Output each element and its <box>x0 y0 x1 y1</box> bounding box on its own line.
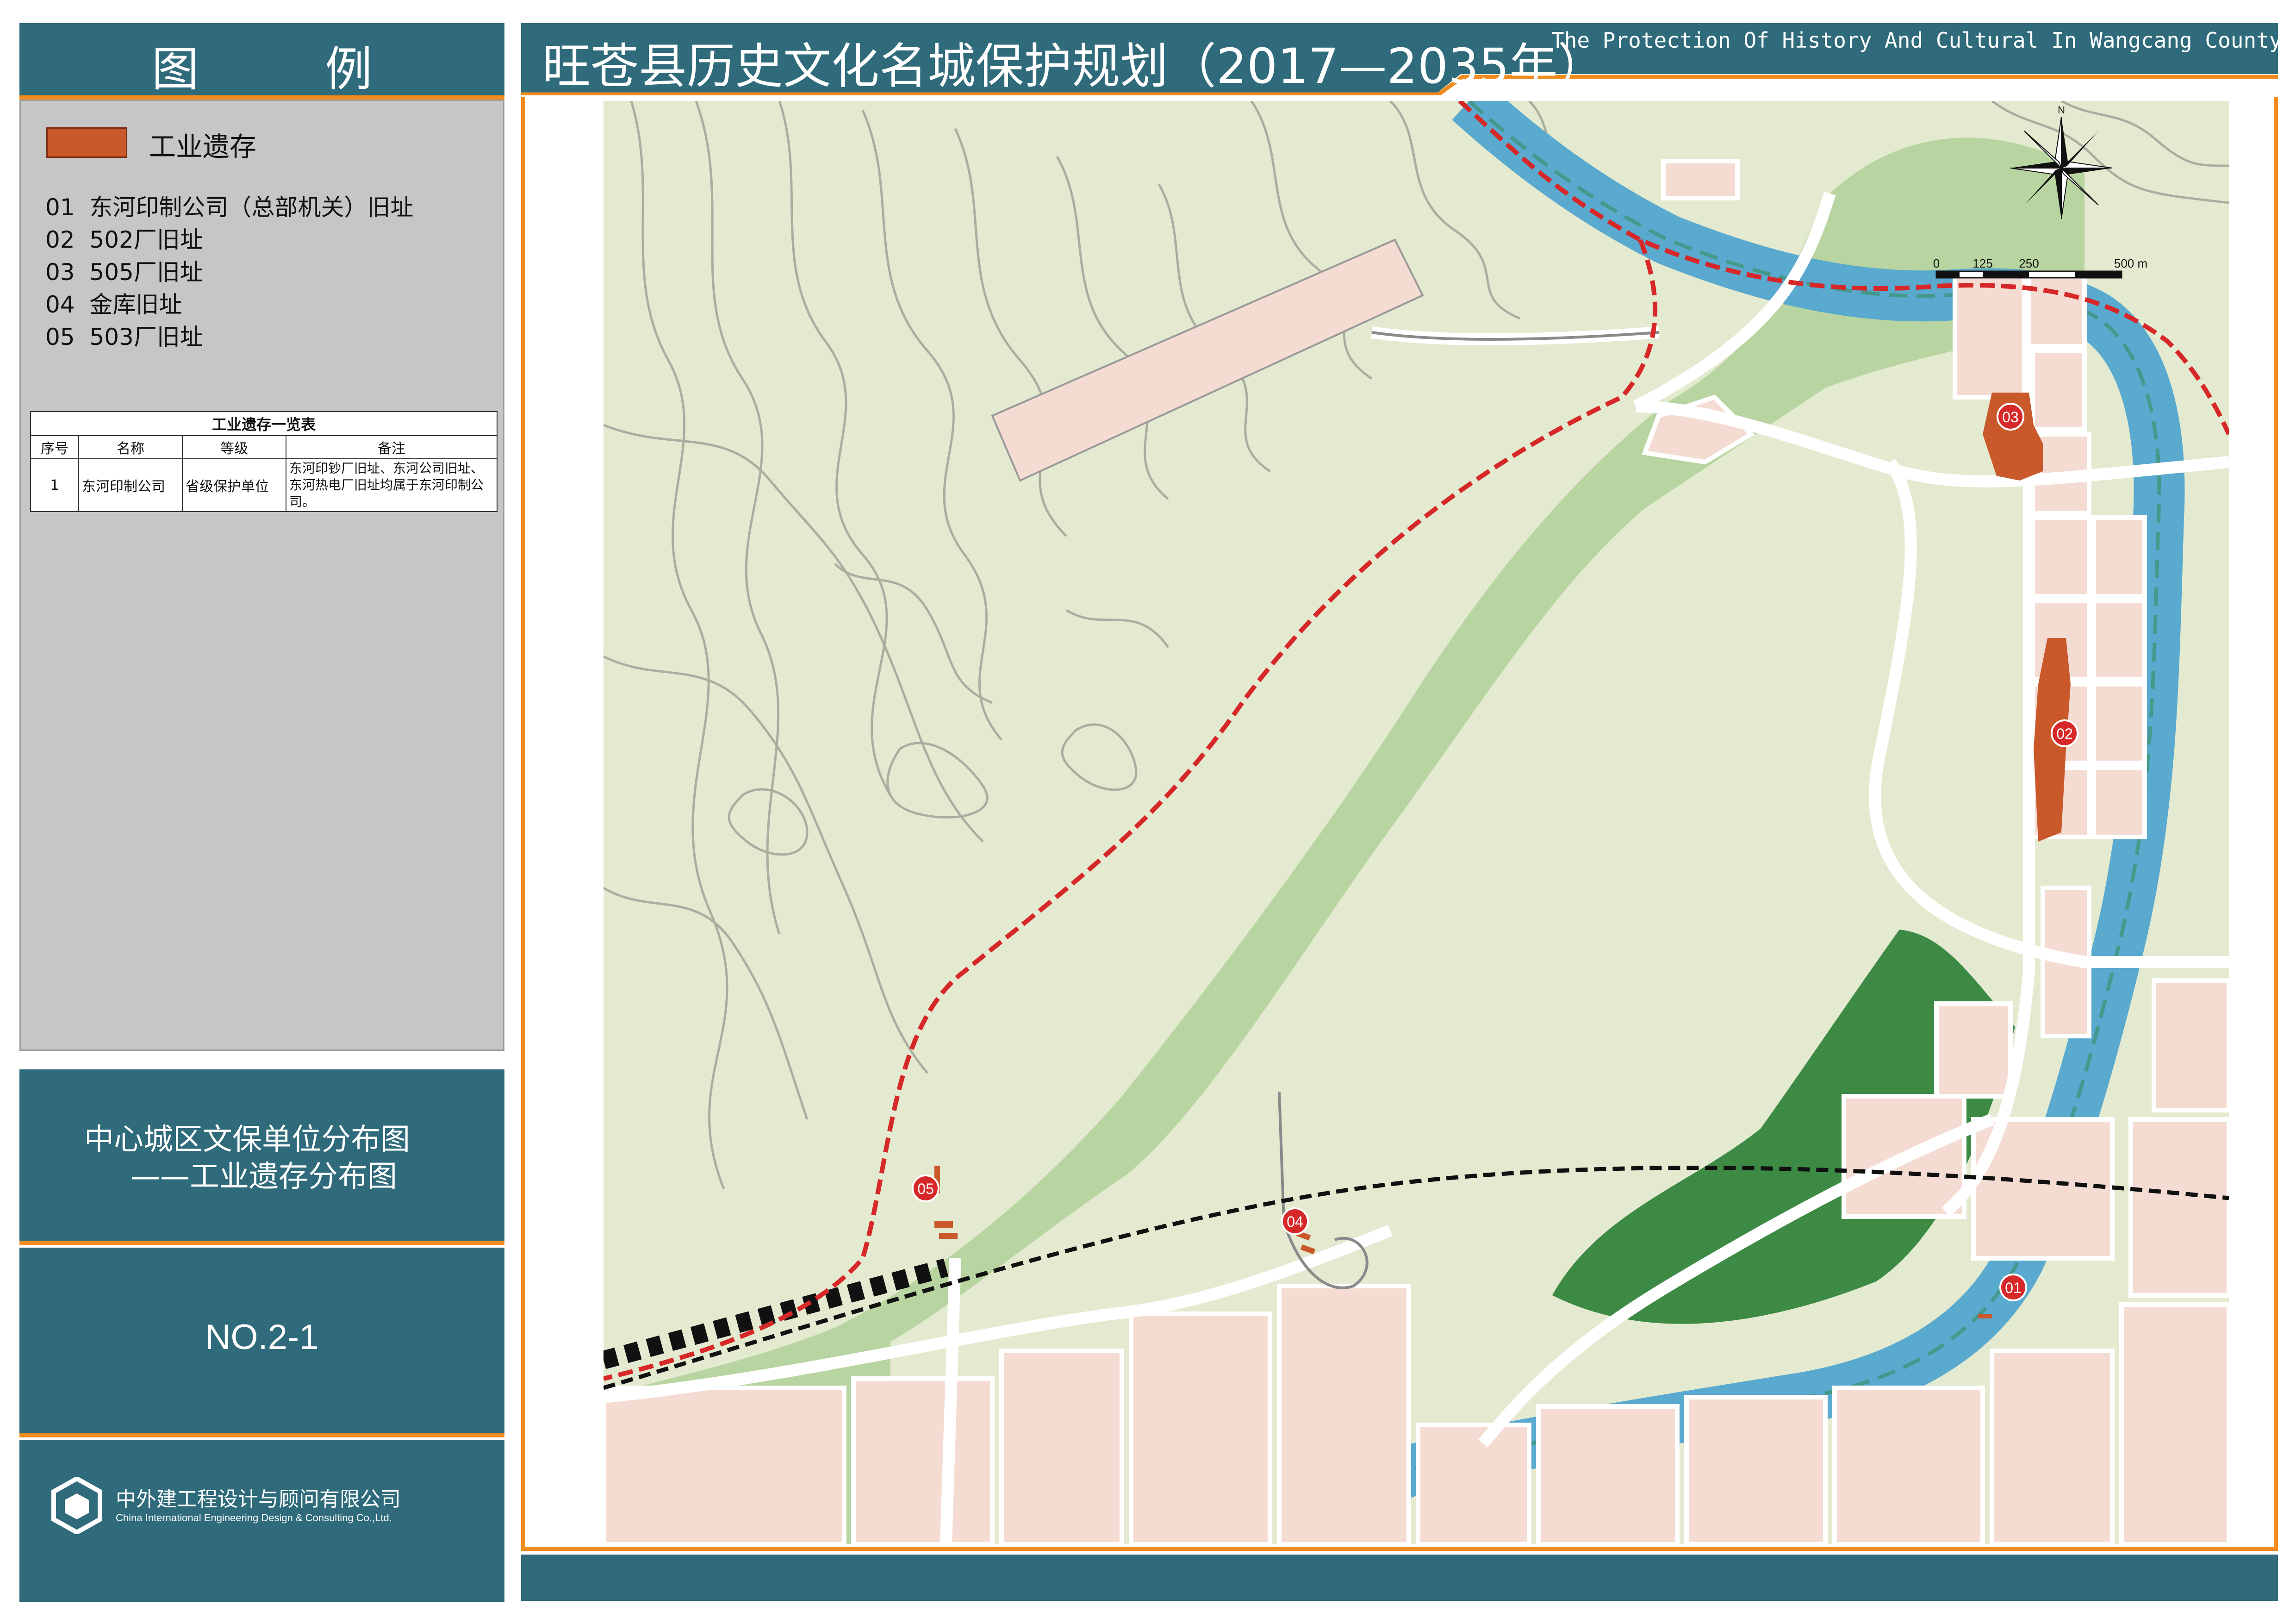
svg-text:02: 02 <box>2056 725 2073 742</box>
svg-text:04: 04 <box>1287 1213 1303 1230</box>
sheet-number: NO.2-1 <box>205 1318 319 1357</box>
table-cell: 东河印钞厂旧址、东河公司旧址、东河热电厂旧址均属于东河印制公司。 <box>286 458 498 512</box>
legend-site-item: 05 503厂旧址 <box>45 324 203 350</box>
heritage-table: 工业遗存一览表 序号 名称 等级 备注 1 东河印制公司 省级保护单位 东河印钞… <box>30 411 498 512</box>
sheet-title: 中心城区文保单位分布图 <box>84 1123 410 1157</box>
table-header: 等级 <box>182 435 286 459</box>
map-subtitle: The Protection Of History And Cultural I… <box>1551 28 2282 53</box>
svg-text:500 m: 500 m <box>2114 256 2147 270</box>
table-header: 序号 <box>30 435 79 459</box>
heritage-map[interactable]: 03 02 01 04 05 N 0 125 250 500 m <box>604 101 2229 1544</box>
svg-text:125: 125 <box>1972 256 1992 270</box>
legend-header: 图 例 <box>19 23 504 100</box>
marker-04[interactable]: 04 <box>1281 1207 1309 1235</box>
company-logo-icon <box>51 1477 102 1534</box>
marker-05[interactable]: 05 <box>912 1174 940 1202</box>
sheet-number-panel: NO.2-1 <box>19 1248 504 1437</box>
sheet-title-panel: 中心城区文保单位分布图 ——工业遗存分布图 <box>19 1069 504 1245</box>
table-cell: 1 <box>30 458 79 512</box>
industrial-heritage-swatch <box>46 127 127 158</box>
svg-text:250: 250 <box>2019 256 2039 270</box>
legend-title: 图 例 <box>151 42 428 97</box>
company-name-english: China International Engineering Design &… <box>116 1512 392 1524</box>
marker-03[interactable]: 03 <box>1997 403 2024 431</box>
marker-02[interactable]: 02 <box>2051 719 2078 747</box>
marker-01[interactable]: 01 <box>1999 1274 2027 1301</box>
legend-site-item: 02 502厂旧址 <box>45 226 203 253</box>
sheet-subtitle: ——工业遗存分布图 <box>131 1160 397 1194</box>
table-caption: 工业遗存一览表 <box>30 411 498 436</box>
legend-site-item: 03 505厂旧址 <box>45 259 203 286</box>
table-cell: 省级保护单位 <box>182 458 286 512</box>
company-name: 中外建工程设计与顾问有限公司 <box>116 1487 401 1511</box>
legend-site-item: 04 金库旧址 <box>45 291 182 318</box>
table-row: 1 东河印制公司 省级保护单位 东河印钞厂旧址、东河公司旧址、东河热电厂旧址均属… <box>30 458 498 512</box>
map-title: 旺苍县历史文化名城保护规划（2017—2035年） <box>542 38 1606 94</box>
table-header: 备注 <box>286 435 498 459</box>
table-header: 名称 <box>78 435 183 459</box>
table-header-row: 序号 名称 等级 备注 <box>30 435 498 459</box>
svg-text:0: 0 <box>1933 256 1940 270</box>
svg-text:05: 05 <box>917 1181 934 1197</box>
bottom-bar <box>521 1555 2278 1601</box>
heritage-site-01[interactable] <box>1978 1314 1992 1318</box>
svg-text:N: N <box>2058 104 2065 116</box>
legend-site-item: 01 东河印制公司（总部机关）旧址 <box>45 194 414 221</box>
table-cell: 东河印制公司 <box>78 458 183 512</box>
company-panel: 中外建工程设计与顾问有限公司 China International Engin… <box>19 1440 504 1602</box>
svg-text:01: 01 <box>2005 1280 2022 1296</box>
legend-key-label: 工业遗存 <box>149 131 257 162</box>
svg-text:03: 03 <box>2002 409 2019 425</box>
